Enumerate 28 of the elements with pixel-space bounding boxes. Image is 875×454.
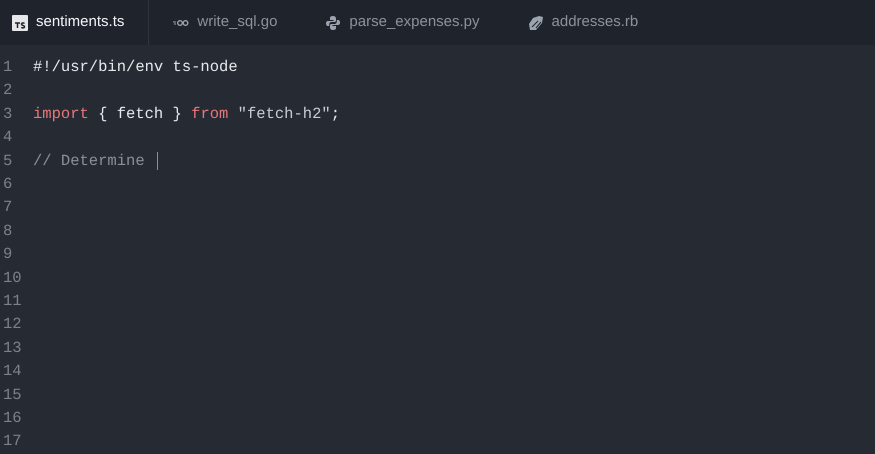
line-number: 17	[2, 431, 23, 452]
line-number: 5	[2, 150, 14, 172]
code-line: // Determine	[33, 150, 146, 172]
ruby-icon	[528, 14, 544, 30]
line-number: 7	[2, 197, 14, 218]
file-tab[interactable]: parse_expenses.py	[301, 0, 504, 45]
line-number: 3	[2, 104, 14, 125]
line-number: 15	[2, 384, 23, 406]
line-number: 11	[2, 290, 23, 312]
typescript-icon	[12, 14, 28, 30]
line-number: 6	[2, 174, 14, 196]
line-number: 4	[2, 127, 14, 148]
code-line: import { fetch } from "fetch-h2";	[33, 104, 340, 125]
line-number: 8	[2, 220, 14, 242]
file-tab[interactable]: addresses.rb	[504, 0, 662, 45]
file-tab[interactable]: write_sql.go	[149, 0, 302, 45]
code-line: #!/usr/bin/env ts-node	[33, 57, 238, 78]
text-cursor	[156, 152, 158, 170]
python-icon	[325, 14, 342, 30]
line-number: 12	[2, 314, 23, 336]
go-icon	[173, 18, 190, 26]
line-number: 9	[2, 244, 14, 266]
line-number: 1	[2, 57, 14, 78]
line-number: 13	[2, 338, 23, 359]
line-number: 14	[2, 361, 23, 382]
line-number: 10	[2, 268, 23, 289]
line-number: 16	[2, 408, 23, 429]
line-number: 2	[2, 80, 14, 102]
